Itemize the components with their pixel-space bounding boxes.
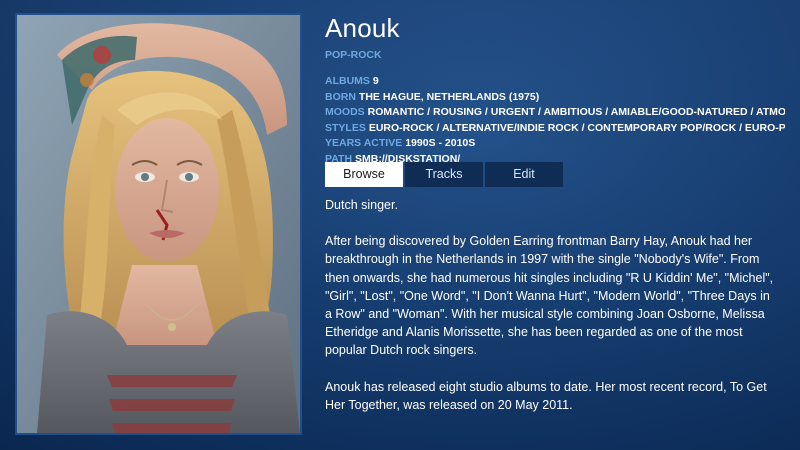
biography-paragraph-2: After being discovered by Golden Earring… — [325, 234, 774, 358]
artist-photo — [15, 13, 302, 435]
artist-photo-illustration — [17, 15, 300, 433]
tab-edit[interactable]: Edit — [485, 162, 563, 187]
meta-value-moods: ROMANTIC / ROUSING / URGENT / AMBITIOUS … — [367, 106, 785, 118]
meta-label-albums: ALBUMS — [325, 75, 370, 87]
biography-paragraph-3: Anouk has released eight studio albums t… — [325, 379, 767, 412]
artist-genre: POP-ROCK — [325, 49, 382, 61]
tab-tracks[interactable]: Tracks — [405, 162, 483, 187]
meta-row-albums: ALBUMS 9 — [325, 74, 785, 90]
tab-browse[interactable]: Browse — [325, 162, 403, 187]
artist-metadata: ALBUMS 9 BORN THE HAGUE, NETHERLANDS (1975… — [325, 74, 785, 167]
meta-row-born: BORN THE HAGUE, NETHERLANDS (1975) — [325, 90, 785, 106]
meta-value-styles: EURO-ROCK / ALTERNATIVE/INDIE ROCK / CON… — [368, 121, 785, 134]
meta-label-moods: MOODS — [325, 106, 365, 118]
meta-value-born: THE HAGUE, NETHERLANDS (1975) — [358, 90, 540, 103]
meta-row-years-active: YEARS ACTIVE 1990S - 2010S — [325, 136, 785, 152]
meta-label-styles: STYLES — [325, 121, 366, 134]
meta-label-years-active: YEARS ACTIVE — [325, 137, 403, 149]
artist-biography: Dutch singer. After being discovered by … — [325, 196, 780, 432]
biography-paragraph-1: Dutch singer. — [325, 198, 398, 212]
artist-name: Anouk — [325, 13, 400, 43]
view-tabs: Browse Tracks Edit — [325, 162, 565, 187]
meta-value-albums: 9 — [372, 75, 379, 87]
artist-info-panel: Anouk POP-ROCK ALBUMS 9 BORN THE HAGUE, NE… — [325, 12, 785, 167]
meta-value-years-active: 1990S - 2010S — [405, 137, 476, 149]
meta-label-born: BORN — [325, 90, 356, 103]
meta-row-moods: MOODS ROMANTIC / ROUSING / URGENT / AMBIT… — [325, 105, 785, 121]
meta-row-styles: STYLES EURO-ROCK / ALTERNATIVE/INDIE ROCK… — [325, 121, 785, 137]
